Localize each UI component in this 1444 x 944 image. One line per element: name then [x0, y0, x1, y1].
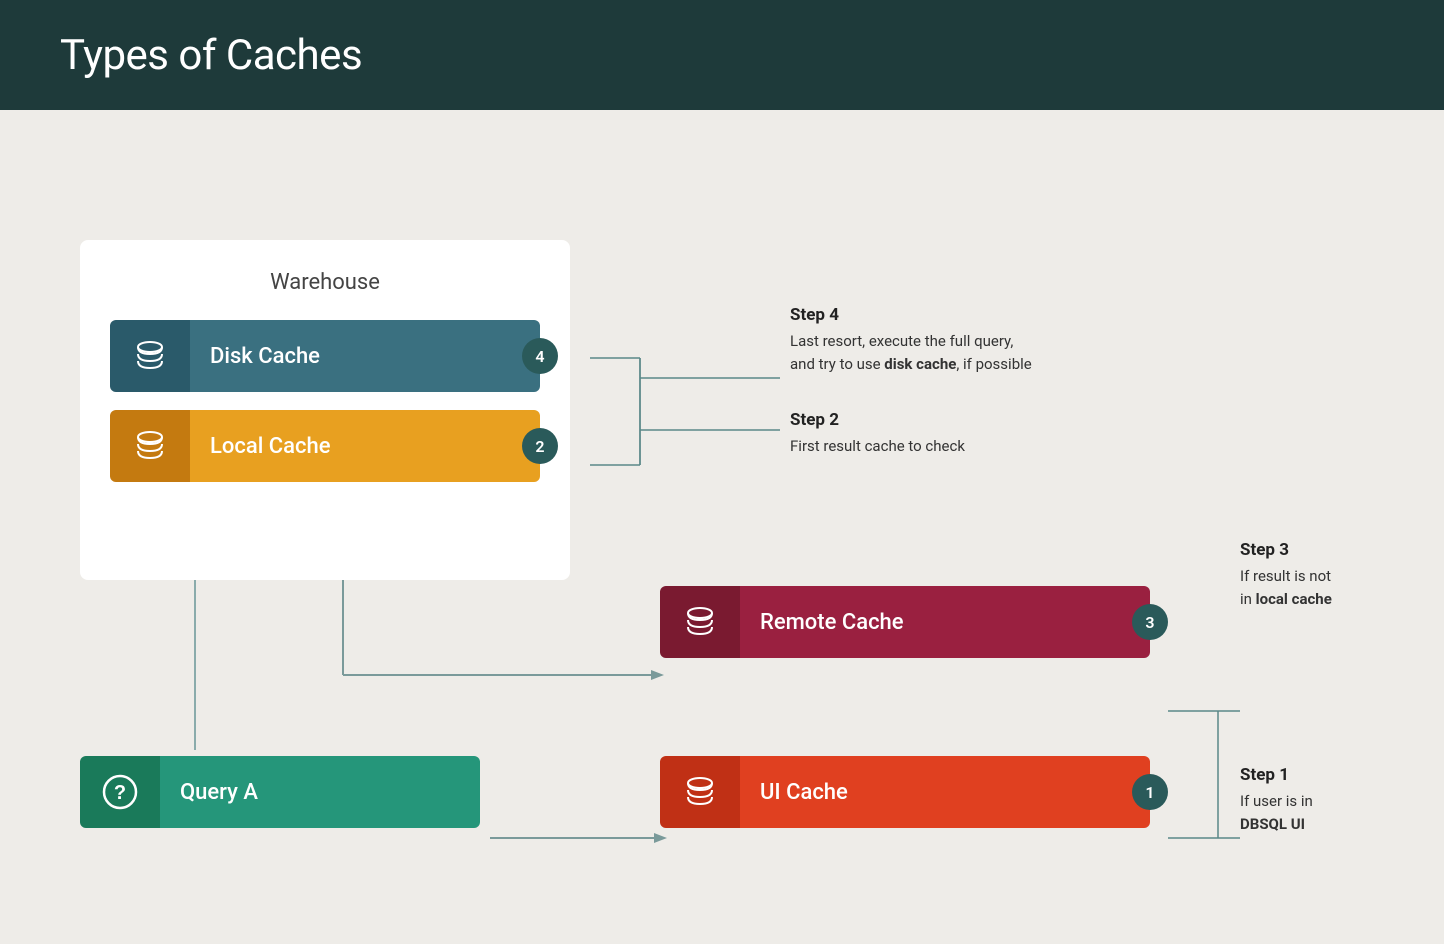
- disk-cache-label: Disk Cache: [210, 344, 320, 369]
- disk-cache-bar: Disk Cache 4: [110, 320, 540, 392]
- query-a-wrapper: ? Query A: [80, 756, 480, 844]
- query-a-bar: ? Query A: [80, 756, 480, 828]
- remote-cache-bar: Remote Cache 3: [660, 586, 1150, 658]
- query-icon-svg: ?: [98, 770, 142, 814]
- step4-text: Last resort, execute the full query,and …: [790, 330, 1032, 375]
- ui-cache-db-icon: [681, 773, 719, 811]
- local-cache-icon-bg: [110, 410, 190, 482]
- step1-text: If user is inDBSQL UI: [1240, 790, 1313, 835]
- step4-title: Step 4: [790, 305, 1032, 325]
- query-a-text-section: Query A: [160, 756, 480, 828]
- step3-bold: local cache: [1256, 590, 1332, 608]
- query-a-icon-bg: ?: [80, 756, 160, 828]
- query-a-label: Query A: [180, 780, 258, 805]
- local-cache-label: Local Cache: [210, 434, 331, 459]
- step1-bold: DBSQL UI: [1240, 815, 1305, 833]
- remote-cache-label: Remote Cache: [760, 610, 904, 635]
- remote-cache-db-icon: [681, 603, 719, 641]
- step2-desc: Step 2 First result cache to check: [790, 410, 965, 458]
- local-cache-bar: Local Cache 2: [110, 410, 540, 482]
- ui-cache-step-badge: 1: [1132, 774, 1168, 810]
- step1-desc: Step 1 If user is inDBSQL UI: [1240, 765, 1313, 835]
- remote-cache-text-section: Remote Cache: [740, 586, 1150, 658]
- disk-cache-step-badge: 4: [522, 338, 558, 374]
- ui-cache-bar: UI Cache 1: [660, 756, 1150, 828]
- step3-text: If result is notin local cache: [1240, 565, 1332, 610]
- local-cache-step-badge: 2: [522, 428, 558, 464]
- remote-cache-step-badge: 3: [1132, 604, 1168, 640]
- disk-cache-text-section: Disk Cache: [190, 320, 540, 392]
- warehouse-label: Warehouse: [110, 270, 540, 295]
- remote-cache-wrapper: Remote Cache 3: [660, 586, 1150, 674]
- step2-title: Step 2: [790, 410, 965, 430]
- remote-cache-icon-bg: [660, 586, 740, 658]
- ui-cache-wrapper: UI Cache 1: [660, 756, 1150, 844]
- step4-desc: Step 4 Last resort, execute the full que…: [790, 305, 1032, 375]
- page-header: Types of Caches: [0, 0, 1444, 110]
- warehouse-box: Warehouse Disk Cache 4: [80, 240, 570, 580]
- step4-bold: disk cache: [884, 355, 956, 373]
- step3-desc: Step 3 If result is notin local cache: [1240, 540, 1332, 610]
- ui-cache-icon-bg: [660, 756, 740, 828]
- step1-title: Step 1: [1240, 765, 1313, 785]
- disk-cache-db-icon: [131, 337, 169, 375]
- local-cache-text-section: Local Cache: [190, 410, 540, 482]
- local-cache-db-icon: [131, 427, 169, 465]
- step3-title: Step 3: [1240, 540, 1332, 560]
- page-title: Types of Caches: [60, 31, 362, 80]
- step2-text: First result cache to check: [790, 435, 965, 458]
- ui-cache-label: UI Cache: [760, 780, 848, 805]
- main-content: Warehouse Disk Cache 4: [0, 110, 1444, 944]
- svg-text:?: ?: [114, 782, 126, 804]
- ui-cache-text-section: UI Cache: [740, 756, 1150, 828]
- disk-cache-icon-bg: [110, 320, 190, 392]
